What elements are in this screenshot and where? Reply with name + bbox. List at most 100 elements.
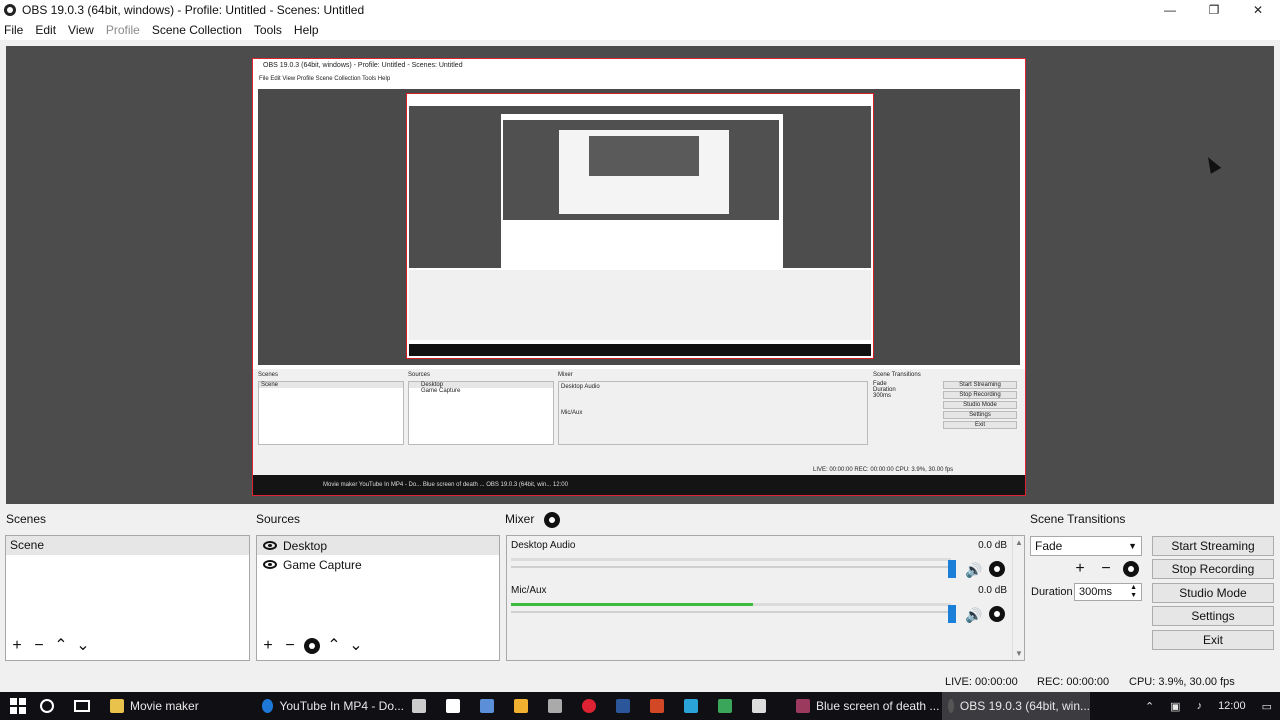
visibility-eye-icon[interactable] [263,541,277,550]
menu-profile[interactable]: Profile [106,23,148,37]
menu-edit[interactable]: Edit [35,23,64,37]
nested-sources-dock: Sources Desktop Game Capture [408,369,554,445]
mail-icon[interactable] [548,699,562,713]
move-up-icon[interactable]: ⌃ [50,636,72,656]
source-properties-icon[interactable] [301,636,323,656]
move-down-icon[interactable]: ⌄ [72,636,94,656]
transition-select[interactable]: Fade ▼ [1030,536,1142,556]
volume-icon[interactable]: ♪ [1197,700,1203,712]
mixer-channel-desktop-audio: Desktop Audio 0.0 dB 🔊 [511,540,1015,584]
mixer-gear-icon[interactable] [545,513,558,526]
clock[interactable]: 12:00 [1218,700,1246,712]
nested-settings: Settings [943,411,1017,419]
taskbar: Movie maker YouTube In MP4 - Do... Blue … [0,692,1280,720]
menu-file[interactable]: File [4,23,31,37]
speaker-icon[interactable]: 🔊 [965,607,982,624]
media-icon[interactable] [582,699,596,713]
visibility-eye-icon[interactable] [263,560,277,569]
mixer-scrollbar[interactable]: ▲ ▼ [1012,536,1024,660]
maximize-button[interactable]: ❐ [1192,0,1236,20]
remove-transition-icon[interactable]: − [1095,559,1117,579]
windows-start-icon [10,698,26,714]
folder-icon [110,699,124,713]
taskbar-app-movie-maker[interactable]: Movie maker [104,692,246,720]
taskbar-app-obs[interactable]: OBS 19.0.3 (64bit, win... [942,692,1090,720]
stop-recording-button[interactable]: Stop Recording [1152,559,1274,579]
studio-mode-button[interactable]: Studio Mode [1152,583,1274,603]
menu-tools[interactable]: Tools [254,23,290,37]
photos-icon[interactable] [684,699,698,713]
network-icon[interactable]: ▣ [1170,700,1180,713]
exit-button[interactable]: Exit [1152,630,1274,650]
word-icon[interactable] [616,699,630,713]
channel-name: Mic/Aux [511,585,547,596]
transition-value: Fade [1035,539,1063,553]
store-icon[interactable] [446,699,460,713]
window-title: OBS 19.0.3 (64bit, windows) - Profile: U… [22,3,365,17]
system-tray: ⌃ ▣ ♪ 12:00 ▭ [1137,692,1280,720]
nested-scenes-label: Scenes [258,372,279,378]
transition-gear-icon[interactable] [1125,563,1137,575]
preview-canvas[interactable]: OBS 19.0.3 (64bit, windows) - Profile: U… [6,46,1274,504]
menu-view[interactable]: View [68,23,102,37]
channel-gear-icon[interactable] [991,563,1003,575]
volume-slider-thumb[interactable] [948,560,956,578]
add-transition-icon[interactable]: + [1069,559,1091,579]
email-icon[interactable] [752,699,766,713]
scroll-down-icon[interactable]: ▼ [1013,649,1025,658]
volume-slider-thumb[interactable] [948,605,956,623]
close-button[interactable]: ✕ [1236,0,1280,20]
settings-icon[interactable] [480,699,494,713]
start-button[interactable] [10,692,26,720]
taskbar-app-bsod[interactable]: Blue screen of death ... [790,692,940,720]
source-item[interactable]: Desktop [257,536,499,555]
nested-stop-recording: Stop Recording [943,391,1017,399]
nested-core-mid2 [589,136,699,176]
duration-spinbox[interactable]: 300ms ▲ ▼ [1074,583,1142,601]
volume-slider[interactable] [511,566,951,568]
notification-icon[interactable]: ▭ [1262,700,1272,713]
sources-title: Sources [256,512,301,526]
menu-scene-collection[interactable]: Scene Collection [152,23,250,37]
powerpoint-icon[interactable] [650,699,664,713]
settings-button[interactable]: Settings [1152,606,1274,626]
source-item[interactable]: Game Capture [257,555,499,574]
start-streaming-button[interactable]: Start Streaming [1152,536,1274,556]
move-down-icon[interactable]: ⌄ [345,636,367,656]
nested-status: LIVE: 00:00:00 REC: 00:00:00 CPU: 3.9%, … [813,467,954,473]
task-view-button[interactable] [74,692,90,720]
vlc-icon[interactable] [514,699,528,713]
gear-icon [306,639,318,652]
scene-item[interactable]: Scene [6,536,249,555]
channel-gear-icon[interactable] [991,608,1003,620]
speaker-icon[interactable]: 🔊 [965,562,982,579]
nested-core-mid [559,130,729,214]
obs-icon [948,699,954,713]
nested-mic-2: Mic/Aux [561,410,583,416]
move-up-icon[interactable]: ⌃ [323,636,345,656]
status-bar: LIVE: 00:00:00 REC: 00:00:00 CPU: 3.9%, … [0,672,1280,692]
calculator-icon[interactable] [412,699,426,713]
nested-core-window [501,114,783,276]
menu-help[interactable]: Help [294,23,327,37]
search-button[interactable] [40,692,54,720]
source-label: Desktop [283,538,328,553]
spin-arrows-icon[interactable]: ▲ ▼ [1130,584,1137,600]
channel-name: Desktop Audio [511,540,576,551]
show-hidden-icons-chevron-icon[interactable]: ⌃ [1145,700,1154,713]
nested-taskbar: Movie maker YouTube In MP4 - Do... Blue … [253,475,1025,495]
meter-fill [511,603,753,606]
minimize-button[interactable]: — [1148,0,1192,20]
security-icon[interactable] [718,699,732,713]
add-source-icon[interactable]: + [257,636,279,656]
volume-slider[interactable] [511,611,951,613]
scroll-up-icon[interactable]: ▲ [1013,538,1025,547]
mixer-label: Mixer [505,512,535,526]
winrar-icon [796,699,810,713]
remove-source-icon[interactable]: − [279,636,301,656]
nested-buttons: Start Streaming Stop Recording Studio Mo… [943,381,1017,429]
remove-scene-icon[interactable]: − [28,636,50,656]
add-scene-icon[interactable]: + [6,636,28,656]
scenes-toolbar: + − ⌃ ⌄ [6,636,94,656]
taskbar-app-youtube[interactable]: YouTube In MP4 - Do... [256,692,404,720]
